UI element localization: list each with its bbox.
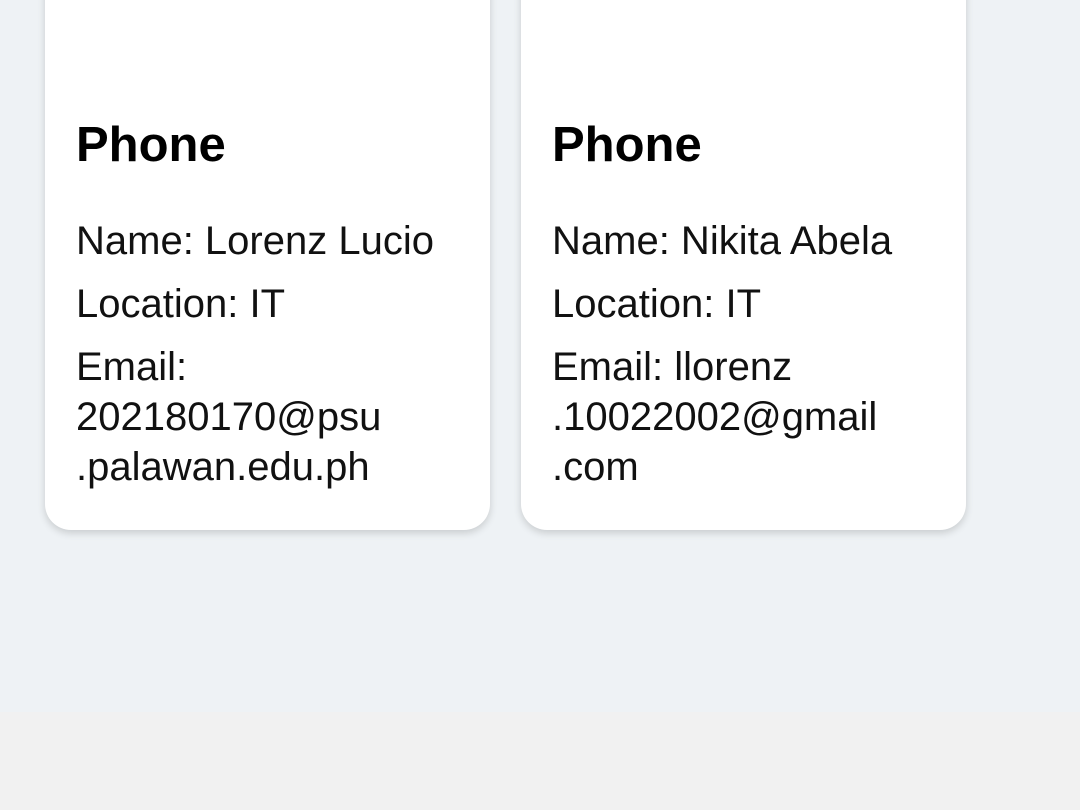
card-title: Phone [76,118,226,172]
email-line: Email: llorenz [552,345,793,389]
bottom-bar [0,712,1080,810]
contact-location: Location: IT [76,282,286,326]
card-title: Phone [552,118,702,172]
email-line: .com [552,445,639,489]
contact-name: Name: Nikita Abela [552,219,893,263]
contact-list: Phone Name: Lorenz Lucio Location: IT Em… [0,0,1080,712]
contact-card[interactable]: Phone Name: Lorenz Lucio Location: IT Em… [45,0,490,530]
email-line: 202180170@psu [76,395,382,439]
contact-location: Location: IT [552,282,762,326]
email-line: .10022002@gmail [552,395,878,439]
contact-card[interactable]: Phone Name: Nikita Abela Location: IT Em… [521,0,966,530]
email-line: .palawan.edu.ph [76,445,370,489]
contact-name: Name: Lorenz Lucio [76,219,434,263]
email-line: Email: [76,345,188,389]
contact-email: Email: llorenz .10022002@gmail .com [552,342,936,492]
contact-email: Email: 202180170@psu .palawan.edu.ph [76,342,460,492]
